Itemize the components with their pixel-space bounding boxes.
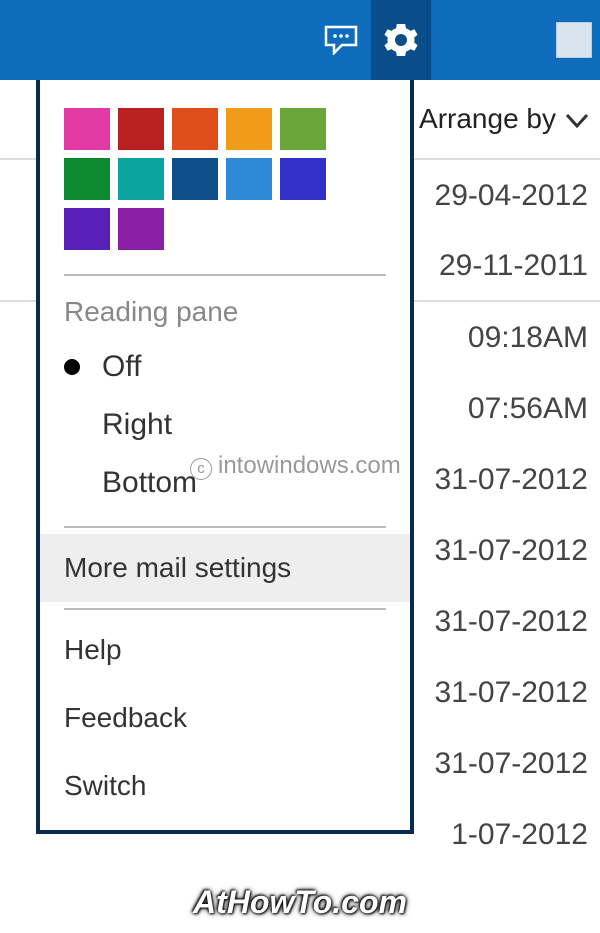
theme-swatch[interactable]	[172, 108, 218, 150]
theme-swatch[interactable]	[172, 158, 218, 200]
more-mail-settings[interactable]: More mail settings	[40, 534, 410, 602]
divider	[64, 608, 386, 610]
theme-swatch[interactable]	[64, 208, 110, 250]
theme-swatch[interactable]	[118, 208, 164, 250]
theme-swatch[interactable]	[64, 158, 110, 200]
reading-pane-off[interactable]: Off	[64, 338, 386, 396]
reading-pane-options: Off Right Bottom	[40, 338, 410, 520]
reading-pane-right[interactable]: Right	[64, 396, 386, 454]
gear-icon[interactable]	[371, 0, 431, 80]
theme-swatch[interactable]	[280, 108, 326, 150]
help-link[interactable]: Help	[40, 616, 410, 684]
switch-link[interactable]: Switch	[40, 752, 410, 820]
chevron-down-icon	[566, 103, 588, 135]
content-area: Arrange by 29-04-2012 29-11-2011 09:18AM…	[0, 80, 600, 933]
reading-pane-title: Reading pane	[40, 282, 410, 338]
app-header	[0, 0, 600, 80]
divider	[64, 274, 386, 276]
theme-swatch[interactable]	[64, 108, 110, 150]
settings-dropdown: Reading pane Off Right Bottom More mail …	[36, 80, 414, 834]
radio-dot-icon	[64, 359, 80, 375]
feedback-link[interactable]: Feedback	[40, 684, 410, 752]
theme-swatch[interactable]	[226, 158, 272, 200]
theme-swatch[interactable]	[280, 158, 326, 200]
divider	[64, 526, 386, 528]
chat-icon[interactable]	[311, 0, 371, 80]
theme-color-swatches	[40, 108, 392, 268]
avatar[interactable]	[556, 22, 592, 58]
theme-swatch[interactable]	[226, 108, 272, 150]
reading-pane-bottom[interactable]: Bottom	[64, 454, 386, 512]
theme-swatch[interactable]	[118, 158, 164, 200]
theme-swatch[interactable]	[118, 108, 164, 150]
arrange-by-label: Arrange by	[419, 103, 556, 135]
